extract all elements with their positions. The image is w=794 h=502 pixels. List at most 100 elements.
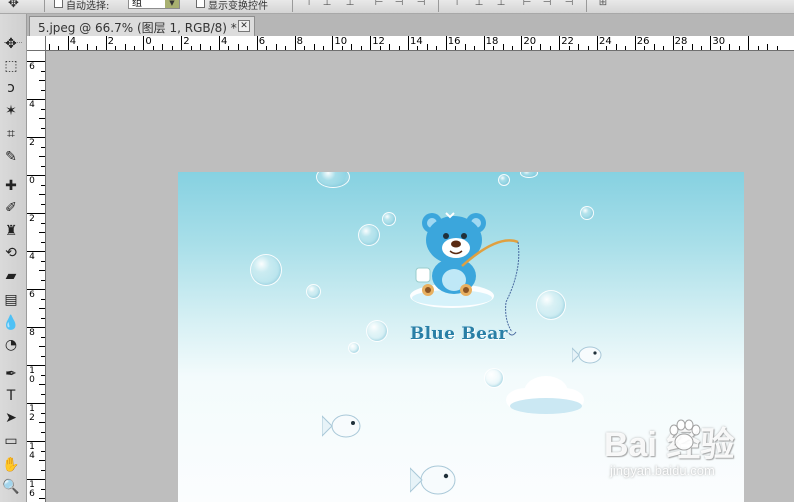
baidu-jingyan-watermark: Bai 经验 jingyan.baidu.com: [604, 415, 794, 487]
auto-select-checkbox[interactable]: [54, 0, 63, 8]
magic-wand-tool-icon[interactable]: ✶: [1, 102, 21, 121]
ruler-tick: [171, 46, 173, 50]
ruler-tick: [41, 412, 45, 414]
ruler-tick: [133, 46, 135, 50]
bubble: [348, 342, 360, 354]
ruler-tick: [39, 156, 45, 157]
ruler-tick: [483, 36, 485, 50]
hand-tool-icon[interactable]: ✋: [1, 456, 21, 475]
move-tool-preset-icon[interactable]: ✥: [8, 0, 19, 11]
path-selection-tool-icon[interactable]: ➤: [1, 409, 21, 428]
rectangle-tool-icon[interactable]: ▭: [1, 432, 21, 451]
align-top-icon[interactable]: ⊤: [302, 0, 316, 8]
ruler-tick: [351, 44, 353, 50]
ruler-label: 18: [485, 36, 499, 47]
bubble: [316, 172, 350, 188]
ruler-label: 22: [561, 36, 574, 47]
ruler-tick: [105, 36, 107, 50]
ruler-tick: [41, 336, 45, 338]
gradient-tool-icon[interactable]: ▤: [1, 291, 21, 310]
ruler-tick: [408, 36, 409, 50]
align-left-icon[interactable]: ⊢: [372, 0, 386, 8]
move-tool-icon[interactable]: ✥: [1, 35, 21, 54]
align-vcenter-icon[interactable]: ⊥: [320, 0, 334, 8]
ruler-label: 26: [636, 36, 650, 47]
ruler-tick: [776, 46, 778, 50]
ruler-label: 4: [29, 100, 35, 110]
ruler-tick: [190, 46, 192, 50]
horizontal-ruler[interactable]: 642024681012141618202224262830: [46, 36, 794, 51]
brush-tool-icon[interactable]: ✐: [1, 199, 21, 218]
document-tab-title: 5.jpeg @ 66.7% (图层 1, RGB/8) *: [38, 21, 237, 35]
ruler-label: 2: [29, 138, 35, 148]
ruler-tick: [663, 46, 665, 50]
auto-select-value: 组: [132, 0, 142, 9]
bubble: [484, 368, 504, 388]
cloud-illustration: [506, 376, 584, 414]
distribute-hcenter-icon[interactable]: ⊣: [540, 0, 554, 8]
ruler-tick: [67, 36, 69, 50]
lasso-tool-icon[interactable]: ↄ: [1, 79, 21, 98]
document-tab[interactable]: 5.jpeg @ 66.7% (图层 1, RGB/8) * ✕: [29, 16, 255, 36]
ruler-tick: [39, 460, 45, 461]
ruler-label: 4: [69, 36, 77, 47]
close-icon[interactable]: ✕: [238, 20, 250, 32]
dodge-tool-icon[interactable]: ◔: [1, 336, 21, 355]
separator: [44, 0, 45, 12]
marquee-tool-icon[interactable]: ⬚: [1, 57, 21, 76]
ruler-tick: [700, 46, 702, 50]
distribute-right-icon[interactable]: ⊣: [562, 0, 576, 8]
ruler-tick: [710, 36, 712, 50]
ruler-tick: [39, 232, 45, 233]
ruler-tick: [39, 80, 45, 81]
distribute-left-icon[interactable]: ⊢: [520, 0, 534, 8]
ruler-tick: [266, 46, 268, 50]
ruler-tick: [597, 36, 598, 50]
zoom-tool-icon[interactable]: 🔍: [1, 478, 21, 497]
ruler-tick: [41, 89, 45, 91]
ruler-tick: [398, 46, 400, 50]
auto-select-dropdown[interactable]: 组 ▼: [128, 0, 180, 9]
bubble: [520, 172, 538, 178]
align-hcenter-icon[interactable]: ⊣: [392, 0, 406, 8]
ruler-label: 10: [334, 36, 348, 47]
healing-brush-tool-icon[interactable]: ✚: [1, 177, 21, 196]
ruler-tick: [152, 46, 154, 50]
ruler-label: 4: [29, 252, 35, 262]
brand-logo-text: Blue Bear: [410, 324, 508, 344]
crop-tool-icon[interactable]: ⌗: [1, 125, 21, 144]
ruler-tick: [41, 450, 45, 452]
ruler-tick: [200, 44, 202, 50]
show-transform-controls-checkbox[interactable]: [196, 0, 205, 8]
ruler-tick: [464, 44, 466, 50]
align-bottom-icon[interactable]: ⊥: [343, 0, 357, 8]
ruler-origin[interactable]: [27, 36, 46, 51]
distribute-top-icon[interactable]: ⊤: [450, 0, 464, 8]
ruler-tick: [41, 203, 45, 205]
align-right-icon[interactable]: ⊣: [414, 0, 428, 8]
ruler-label: 2: [29, 214, 35, 224]
ruler-tick: [77, 46, 79, 50]
ruler-tick: [275, 44, 277, 50]
pen-tool-icon[interactable]: ✒: [1, 365, 21, 384]
ruler-tick: [39, 194, 45, 195]
ruler-tick: [41, 488, 45, 490]
eyedropper-tool-icon[interactable]: ✎: [1, 148, 21, 167]
ruler-tick: [748, 36, 750, 50]
distribute-bottom-icon[interactable]: ⊥: [494, 0, 508, 8]
auto-align-layers-icon[interactable]: ⊞: [596, 0, 610, 8]
ruler-tick: [41, 146, 45, 148]
vertical-ruler[interactable]: 6 4 2 0 2 4 6 8 1 0 1 2 1 4 1 6: [27, 51, 46, 502]
bubble: [306, 284, 321, 299]
ruler-tick: [294, 36, 296, 50]
type-tool-icon[interactable]: T: [1, 387, 21, 406]
clone-stamp-tool-icon[interactable]: ♜: [1, 222, 21, 241]
ruler-tick: [653, 44, 655, 50]
history-brush-tool-icon[interactable]: ⟲: [1, 244, 21, 263]
distribute-vcenter-icon[interactable]: ⊥: [472, 0, 486, 8]
bubble: [580, 206, 594, 220]
ruler-tick: [729, 44, 731, 50]
ruler-tick: [228, 46, 230, 50]
eraser-tool-icon[interactable]: ▰: [1, 267, 21, 286]
blur-tool-icon[interactable]: 💧: [1, 314, 21, 333]
